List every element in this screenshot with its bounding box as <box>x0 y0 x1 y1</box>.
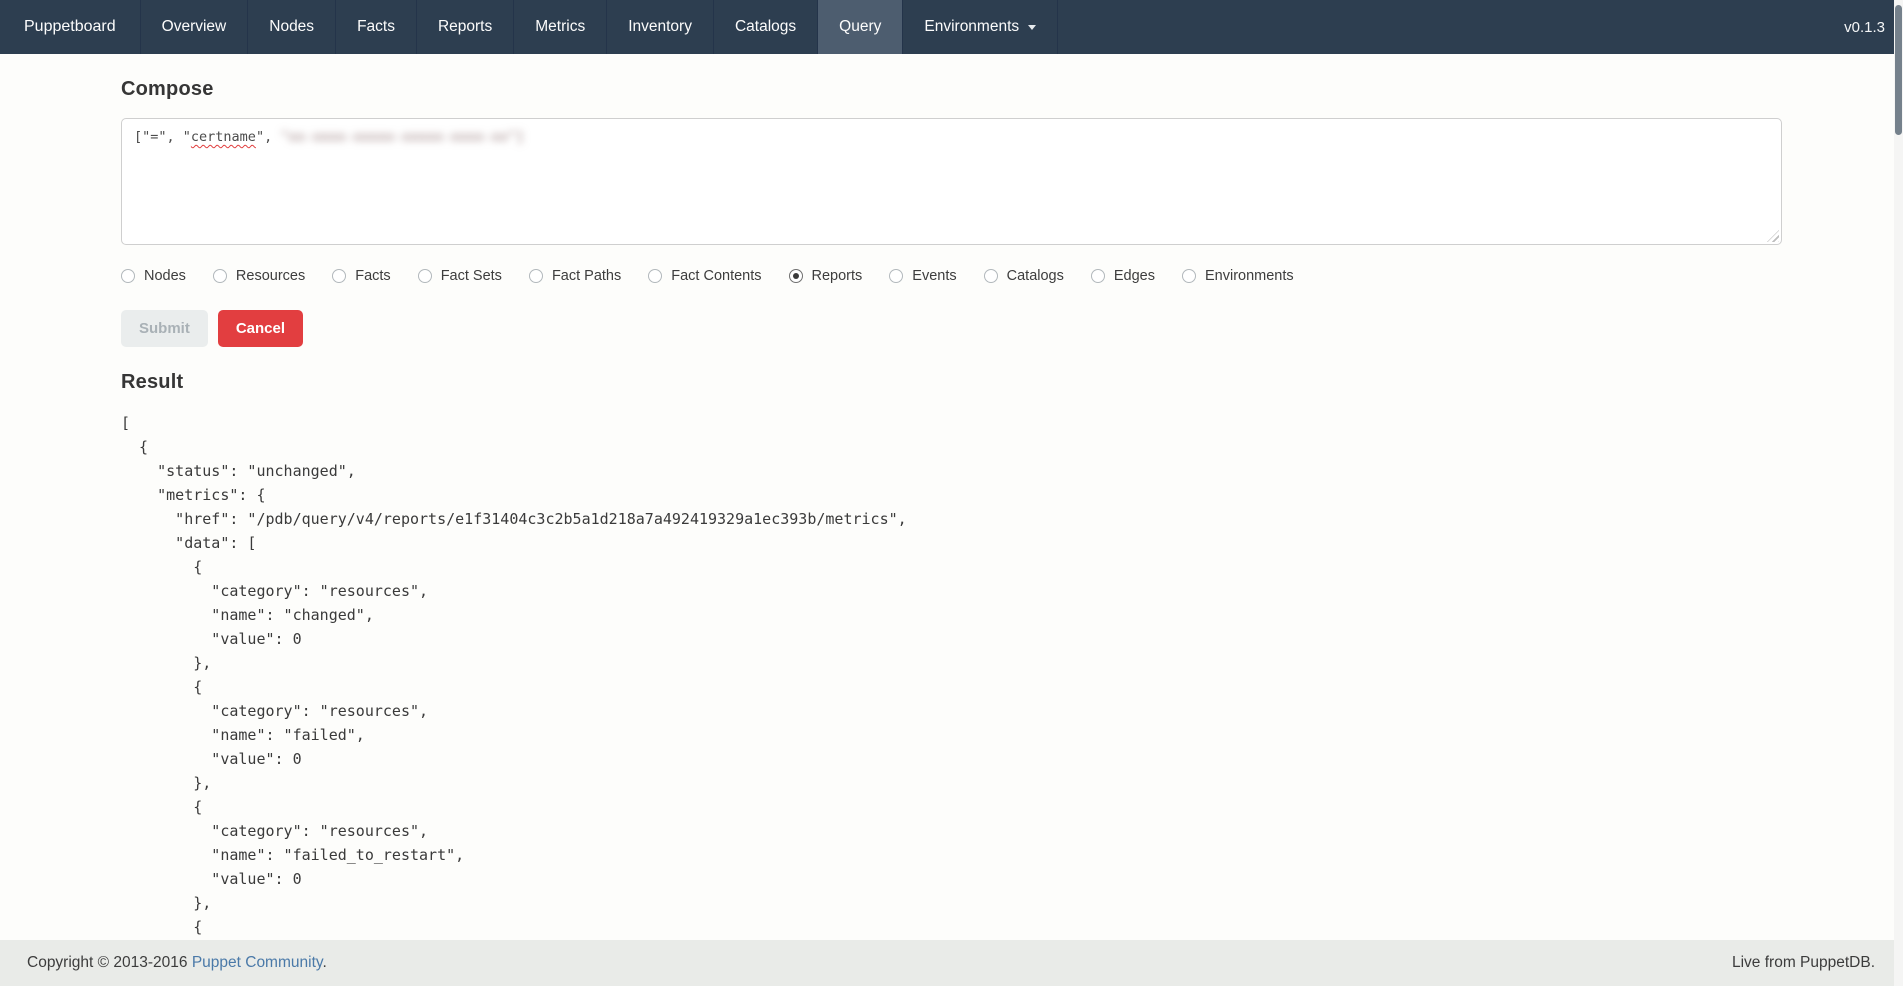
page-footer: Copyright © 2013-2016 Puppet Community. … <box>0 940 1903 986</box>
nav-item-label: Inventory <box>628 18 692 36</box>
result-json-output: [ { "status": "unchanged", "metrics": { … <box>121 411 1782 963</box>
radio-button-icon[interactable] <box>213 269 227 283</box>
endpoint-radio-label: Reports <box>812 268 863 284</box>
nav-item-environments[interactable]: Environments <box>903 0 1058 54</box>
endpoint-radio-nodes[interactable]: Nodes <box>121 268 186 284</box>
query-text-prefix: ["=", " <box>134 129 191 145</box>
result-heading: Result <box>121 371 1782 394</box>
radio-button-icon[interactable] <box>889 269 903 283</box>
query-text-certname: certname <box>191 129 256 145</box>
query-text-mid: ", <box>256 129 280 145</box>
query-text-redacted: "xx-xxxx-xxxxx-xxxxx-xxxx-xx"] <box>280 129 524 145</box>
textarea-resize-grip[interactable] <box>1767 230 1779 242</box>
navbar-items: Overview Nodes Facts Reports Metrics Inventor… <box>141 0 1059 54</box>
nav-item-label: Query <box>839 18 881 36</box>
endpoint-radio-label: Environments <box>1205 268 1294 284</box>
nav-item-label: Facts <box>357 18 395 36</box>
nav-item-label: Nodes <box>269 18 314 36</box>
endpoint-radio-reports[interactable]: Reports <box>789 268 863 284</box>
nav-item-label: Metrics <box>535 18 585 36</box>
radio-button-icon[interactable] <box>648 269 662 283</box>
nav-item-overview[interactable]: Overview <box>141 0 249 54</box>
endpoint-radio-environments[interactable]: Environments <box>1182 268 1294 284</box>
submit-button[interactable]: Submit <box>121 310 208 347</box>
endpoint-radio-group: Nodes Resources Facts Fact Sets Fact Paths Fa… <box>121 268 1782 284</box>
scrollbar-thumb[interactable] <box>1895 5 1902 135</box>
endpoint-radio-catalogs[interactable]: Catalogs <box>984 268 1064 284</box>
form-actions: Submit Cancel <box>121 310 1782 347</box>
nav-item-facts[interactable]: Facts <box>336 0 417 54</box>
navbar-spacer <box>1058 0 1826 54</box>
nav-item-nodes[interactable]: Nodes <box>248 0 336 54</box>
radio-button-icon[interactable] <box>1091 269 1105 283</box>
query-textarea[interactable]: ["=", "certname", "xx-xxxx-xxxxx-xxxxx-x… <box>121 118 1782 245</box>
endpoint-radio-label: Edges <box>1114 268 1155 284</box>
vertical-scrollbar[interactable] <box>1894 0 1903 986</box>
endpoint-radio-fact-sets[interactable]: Fact Sets <box>418 268 502 284</box>
copyright-text: Copyright © 2013-2016 Puppet Community. <box>27 954 327 972</box>
endpoint-radio-resources[interactable]: Resources <box>213 268 305 284</box>
copyright-suffix: . <box>322 954 326 971</box>
nav-item-metrics[interactable]: Metrics <box>514 0 607 54</box>
nav-item-label: Environments <box>924 18 1019 36</box>
copyright-prefix: Copyright © 2013-2016 <box>27 954 192 971</box>
nav-item-catalogs[interactable]: Catalogs <box>714 0 818 54</box>
endpoint-radio-fact-paths[interactable]: Fact Paths <box>529 268 621 284</box>
endpoint-radio-edges[interactable]: Edges <box>1091 268 1155 284</box>
endpoint-radio-events[interactable]: Events <box>889 268 956 284</box>
endpoint-radio-fact-contents[interactable]: Fact Contents <box>648 268 761 284</box>
nav-item-label: Catalogs <box>735 18 796 36</box>
cancel-button[interactable]: Cancel <box>218 310 303 347</box>
nav-item-label: Reports <box>438 18 492 36</box>
top-navbar: Puppetboard Overview Nodes Facts Reports Met… <box>0 0 1903 54</box>
version-label: v0.1.3 <box>1826 0 1903 54</box>
endpoint-radio-label: Catalogs <box>1007 268 1064 284</box>
nav-item-label: Overview <box>162 18 227 36</box>
endpoint-radio-label: Events <box>912 268 956 284</box>
endpoint-radio-label: Nodes <box>144 268 186 284</box>
radio-button-icon[interactable] <box>1182 269 1196 283</box>
chevron-down-icon <box>1028 25 1036 30</box>
endpoint-radio-facts[interactable]: Facts <box>332 268 390 284</box>
nav-item-reports[interactable]: Reports <box>417 0 514 54</box>
puppet-community-link[interactable]: Puppet Community <box>192 954 323 971</box>
radio-button-icon[interactable] <box>121 269 135 283</box>
endpoint-radio-label: Fact Contents <box>671 268 761 284</box>
main-content: Compose ["=", "certname", "xx-xxxx-xxxxx… <box>0 78 1903 963</box>
live-from-puppetdb-text: Live from PuppetDB. <box>1732 954 1875 972</box>
radio-button-icon[interactable] <box>984 269 998 283</box>
nav-item-inventory[interactable]: Inventory <box>607 0 714 54</box>
radio-button-icon[interactable] <box>332 269 346 283</box>
endpoint-radio-label: Resources <box>236 268 305 284</box>
compose-heading: Compose <box>121 78 1782 101</box>
radio-button-icon[interactable] <box>418 269 432 283</box>
endpoint-radio-label: Facts <box>355 268 390 284</box>
navbar-brand[interactable]: Puppetboard <box>0 0 141 54</box>
nav-item-query[interactable]: Query <box>818 0 903 54</box>
radio-button-icon[interactable] <box>789 269 803 283</box>
endpoint-radio-label: Fact Sets <box>441 268 502 284</box>
radio-button-icon[interactable] <box>529 269 543 283</box>
endpoint-radio-label: Fact Paths <box>552 268 621 284</box>
